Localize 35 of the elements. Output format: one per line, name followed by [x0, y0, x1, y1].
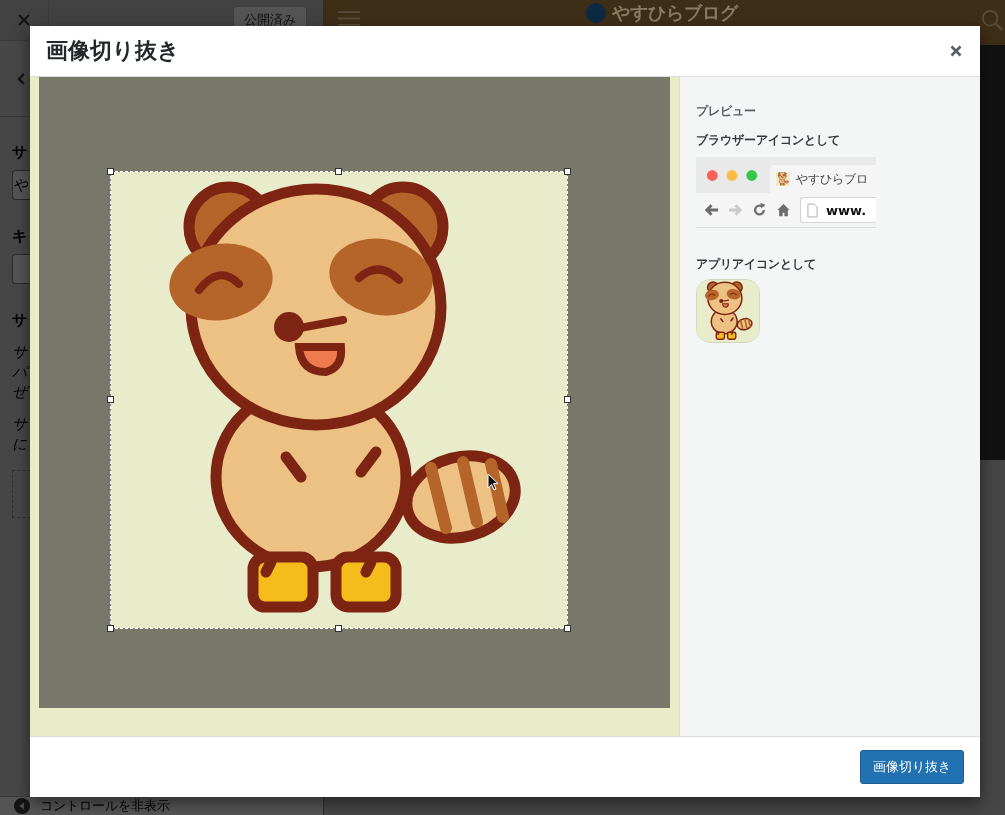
- section-heading: キ: [12, 226, 27, 246]
- text-field[interactable]: や: [12, 170, 30, 200]
- crop-handle[interactable]: [107, 168, 114, 175]
- text-field[interactable]: [12, 254, 30, 284]
- crop-handle[interactable]: [564, 396, 571, 403]
- section-heading: サ: [12, 310, 27, 330]
- crop-handle[interactable]: [564, 168, 571, 175]
- cursor-icon: [487, 473, 499, 491]
- crop-handle[interactable]: [335, 168, 342, 175]
- site-title[interactable]: やすひらブログ: [612, 2, 738, 24]
- dialog-title: 画像切り抜き: [46, 37, 180, 65]
- crop-image-button[interactable]: 画像切り抜き: [860, 750, 964, 784]
- page-icon: [807, 202, 818, 218]
- window-buttons-icon: [706, 168, 758, 182]
- app-icon: [697, 280, 759, 342]
- home-icon: [776, 203, 791, 217]
- section-heading: サ: [12, 142, 27, 162]
- collapse-icon[interactable]: [14, 798, 30, 814]
- crop-handle[interactable]: [107, 625, 114, 632]
- favicon-drawing: [776, 171, 790, 187]
- section-label: ブラウザーアイコンとして: [696, 132, 841, 149]
- menu-icon[interactable]: [338, 10, 360, 27]
- crop-handle[interactable]: [107, 396, 114, 403]
- logo-icon: [586, 3, 606, 23]
- crop-handle[interactable]: [564, 625, 571, 632]
- close-icon: [950, 45, 962, 57]
- crop-handle[interactable]: [335, 625, 342, 632]
- back-arrow-icon: [704, 203, 719, 217]
- forward-arrow-icon: [728, 203, 743, 217]
- tab-title: やすひらブロ: [796, 170, 868, 188]
- preview-heading: プレビュー: [696, 103, 757, 120]
- address-text: www.: [826, 202, 867, 218]
- description-text: サ に: [12, 414, 27, 454]
- reload-icon: [752, 203, 767, 217]
- section-label: アプリアイコンとして: [696, 256, 817, 273]
